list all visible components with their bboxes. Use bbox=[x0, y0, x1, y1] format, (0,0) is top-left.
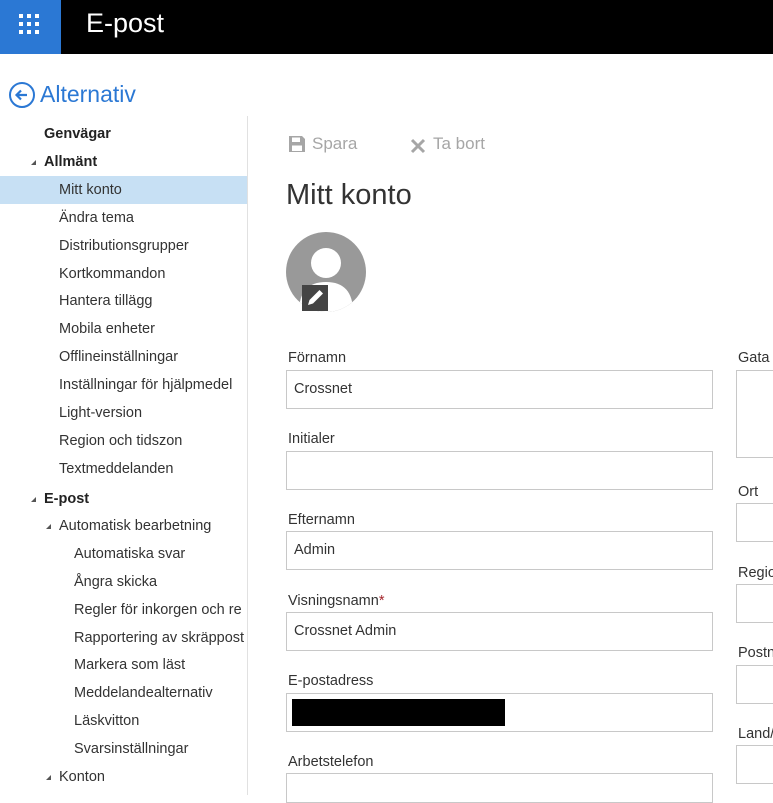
email-label: E-postadress bbox=[288, 673, 374, 689]
delete-label: Ta bort bbox=[433, 134, 485, 153]
nav-label: Svarsinställningar bbox=[74, 741, 189, 757]
save-icon bbox=[288, 135, 306, 153]
display-name-input[interactable]: Crossnet Admin bbox=[286, 612, 713, 651]
nav-label: Markera som läst bbox=[74, 657, 186, 673]
nav-item-my-account[interactable]: Mitt konto bbox=[0, 176, 247, 204]
nav-item-mobile-devices[interactable]: Mobila enheter bbox=[0, 315, 247, 343]
app-title: E-post bbox=[86, 8, 165, 38]
nav-label: Genvägar bbox=[44, 126, 111, 142]
nav-label: Inställningar för hjälpmedel bbox=[59, 377, 233, 393]
first-name-label: Förnamn bbox=[288, 350, 347, 366]
collapse-triangle-icon[interactable] bbox=[31, 497, 36, 502]
nav-label: Textmeddelanden bbox=[59, 461, 174, 477]
first-name-input[interactable]: Crossnet bbox=[286, 370, 713, 409]
country-input[interactable] bbox=[736, 745, 773, 784]
nav-item-message-options[interactable]: Meddelandealternativ bbox=[0, 679, 247, 707]
nav-label: Automatiska svar bbox=[74, 546, 186, 562]
nav-item-inbox-rules[interactable]: Regler för inkorgen och re bbox=[0, 596, 247, 624]
nav-item-offline-settings[interactable]: Offlineinställningar bbox=[0, 343, 247, 371]
nav-subsection-automatic-processing[interactable]: Automatisk bearbetning bbox=[0, 512, 247, 540]
display-name-label: Visningsnamn* bbox=[288, 592, 384, 610]
nav-item-mark-as-read[interactable]: Markera som läst bbox=[0, 651, 247, 679]
nav-label: Offlineinställningar bbox=[59, 349, 179, 365]
options-title: Alternativ bbox=[40, 81, 136, 107]
nav-item-reply-settings[interactable]: Svarsinställningar bbox=[0, 735, 247, 763]
street-label: Gata bbox=[738, 350, 770, 366]
nav-label: Regler för inkorgen och re bbox=[74, 602, 242, 618]
work-phone-input[interactable] bbox=[286, 773, 713, 803]
nav-item-undo-send[interactable]: Ångra skicka bbox=[0, 568, 247, 596]
nav-label: Läskvitton bbox=[74, 713, 140, 729]
nav-label: Allmänt bbox=[44, 154, 98, 170]
nav-item-region-timezone[interactable]: Region och tidszon bbox=[0, 427, 247, 455]
last-name-input[interactable]: Admin bbox=[286, 531, 713, 570]
collapse-triangle-icon[interactable] bbox=[31, 160, 36, 165]
street-input[interactable] bbox=[736, 370, 773, 458]
region-input[interactable] bbox=[736, 584, 773, 623]
page-title: Mitt konto bbox=[286, 179, 412, 211]
edit-photo-button[interactable] bbox=[302, 285, 328, 311]
country-label: Land/ bbox=[738, 726, 773, 742]
nav-label: Automatisk bearbetning bbox=[59, 518, 212, 534]
nav-section-mail[interactable]: E-post bbox=[0, 485, 247, 513]
top-bar: E-post bbox=[0, 0, 773, 54]
nav-label: Hantera tillägg bbox=[59, 293, 153, 309]
postal-code-label: Postn bbox=[738, 645, 773, 661]
collapse-triangle-icon[interactable] bbox=[46, 524, 51, 529]
nav-label: Light-version bbox=[59, 405, 143, 421]
nav-label: Distributionsgrupper bbox=[59, 238, 189, 254]
initials-label: Initialer bbox=[288, 431, 335, 447]
nav-label: Ångra skicka bbox=[74, 574, 158, 590]
close-icon bbox=[410, 136, 426, 154]
display-name-label-text: Visningsnamn bbox=[288, 593, 379, 609]
postal-code-input[interactable] bbox=[736, 665, 773, 704]
nav-item-read-receipts[interactable]: Läskvitton bbox=[0, 707, 247, 735]
collapse-triangle-icon[interactable] bbox=[46, 775, 51, 780]
initials-input[interactable] bbox=[286, 451, 713, 490]
city-label: Ort bbox=[738, 484, 759, 500]
email-input[interactable] bbox=[286, 693, 713, 732]
nav-subsection-accounts[interactable]: Konton bbox=[0, 763, 247, 791]
nav-label: Region och tidszon bbox=[59, 433, 183, 449]
nav-label: Mobila enheter bbox=[59, 321, 155, 337]
pencil-icon bbox=[302, 290, 328, 315]
nav-label: Mitt konto bbox=[59, 182, 122, 198]
region-label: Regio bbox=[738, 565, 773, 581]
work-phone-label: Arbetstelefon bbox=[288, 754, 374, 770]
save-label: Spara bbox=[312, 134, 358, 153]
app-launcher-button[interactable] bbox=[0, 0, 61, 54]
nav-shortcuts[interactable]: Genvägar bbox=[0, 120, 247, 148]
nav-label: Konton bbox=[59, 769, 105, 785]
nav-section-general[interactable]: Allmänt bbox=[0, 148, 247, 176]
nav-label: Rapportering av skräppost bbox=[74, 630, 245, 646]
nav-item-automatic-replies[interactable]: Automatiska svar bbox=[0, 540, 247, 568]
options-nav: Genvägar Allmänt Mitt konto Ändra tema D… bbox=[0, 116, 248, 795]
nav-item-keyboard-shortcuts[interactable]: Kortkommandon bbox=[0, 260, 247, 288]
required-marker: * bbox=[378, 593, 385, 609]
nav-item-change-theme[interactable]: Ändra tema bbox=[0, 204, 247, 232]
city-input[interactable] bbox=[736, 503, 773, 542]
last-name-label: Efternamn bbox=[288, 512, 355, 528]
nav-item-light-version[interactable]: Light-version bbox=[0, 399, 247, 427]
nav-label: Kortkommandon bbox=[59, 266, 166, 282]
nav-label: Meddelandealternativ bbox=[74, 685, 213, 701]
nav-item-junk-reporting[interactable]: Rapportering av skräppost bbox=[0, 624, 247, 652]
nav-item-text-messages[interactable]: Textmeddelanden bbox=[0, 455, 247, 483]
redaction-box bbox=[292, 699, 505, 726]
nav-label: Ändra tema bbox=[59, 210, 134, 226]
nav-item-manage-addins[interactable]: Hantera tillägg bbox=[0, 287, 247, 315]
back-arrow-icon bbox=[9, 82, 35, 108]
nav-item-distribution-groups[interactable]: Distributionsgrupper bbox=[0, 232, 247, 260]
nav-label: E-post bbox=[44, 491, 90, 507]
nav-item-accessibility-settings[interactable]: Inställningar för hjälpmedel bbox=[0, 371, 247, 399]
